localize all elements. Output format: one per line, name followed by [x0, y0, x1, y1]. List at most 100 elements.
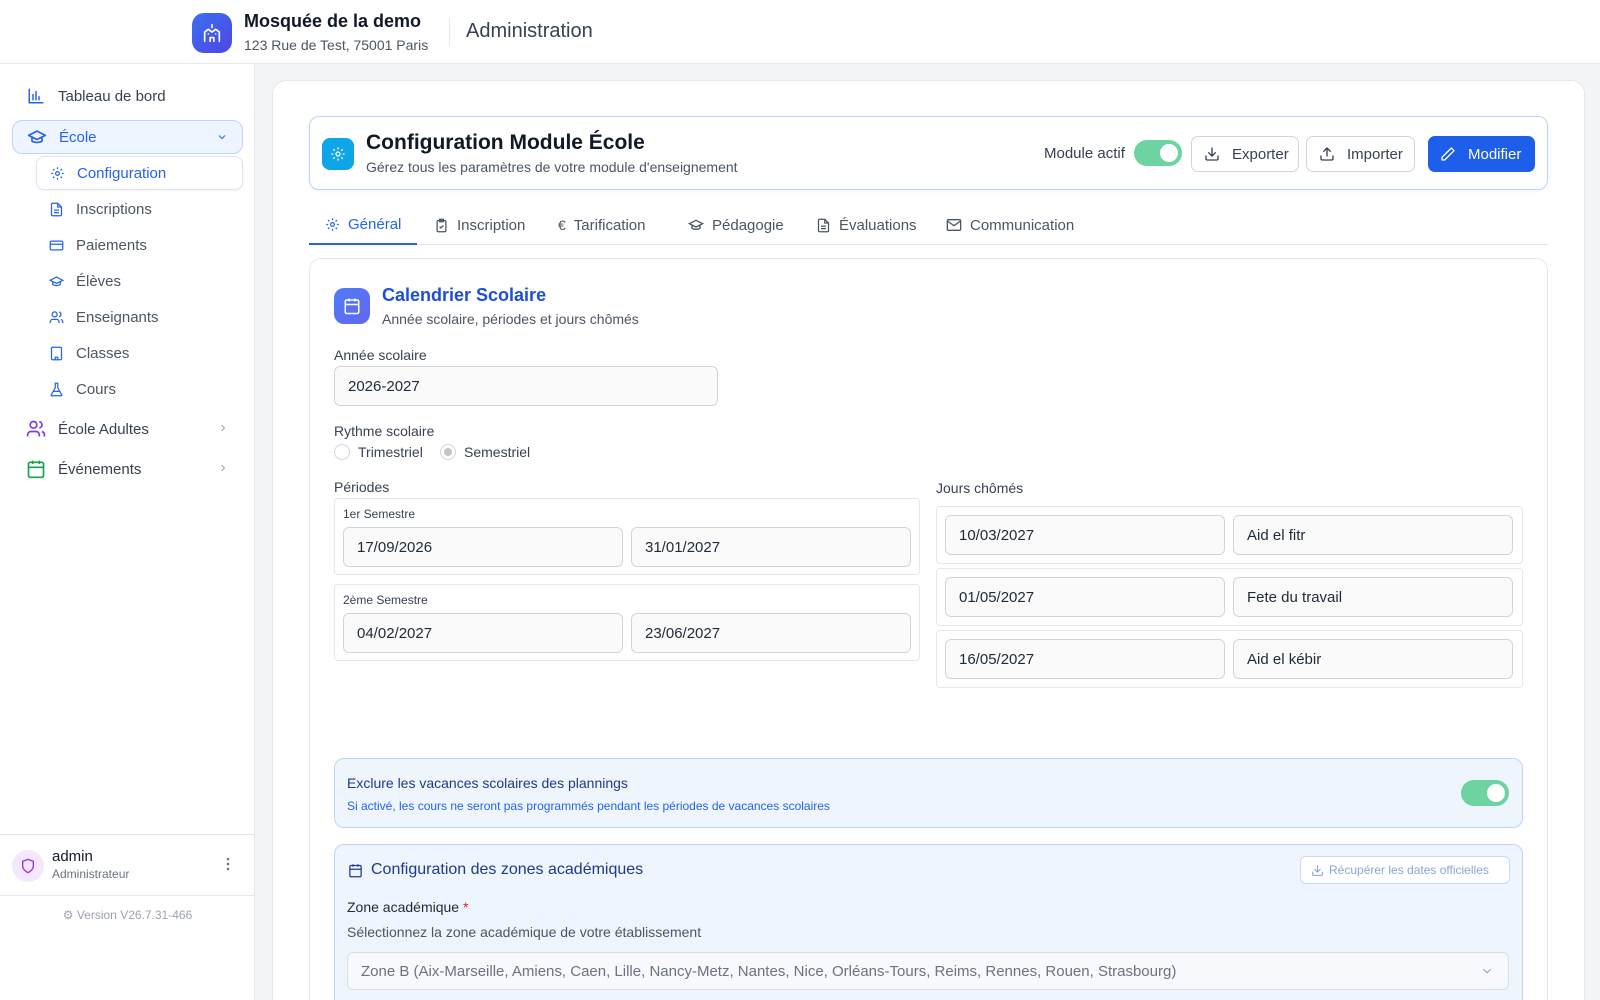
users-icon: [48, 309, 64, 325]
avatar[interactable]: [12, 850, 44, 882]
sidebar-subitem-label: Configuration: [77, 164, 167, 182]
tab-label: Évaluations: [839, 216, 917, 234]
exclude-vacations-title: Exclure les vacances scolaires des plann…: [347, 775, 628, 791]
upload-icon: [1319, 146, 1335, 162]
holidays-label: Jours chômés: [936, 480, 1024, 496]
calendar-subtitle: Année scolaire, périodes et jours chômés: [382, 311, 639, 327]
module-active-label: Module actif: [1044, 145, 1125, 162]
sidebar-subitem-enseignants[interactable]: Enseignants: [36, 300, 243, 334]
sidebar-subitem-configuration[interactable]: Configuration: [36, 156, 243, 190]
tab-evaluations[interactable]: Évaluations: [816, 205, 917, 245]
tab-label: Inscription: [457, 216, 526, 234]
version-label: ⚙ Version V26.7.31-466: [0, 908, 255, 922]
credit-card-icon: [48, 237, 64, 253]
graduation-cap-icon: [688, 217, 704, 233]
chevron-down-icon: [1480, 964, 1494, 978]
sidebar-subitem-classes[interactable]: Classes: [36, 336, 243, 370]
graduation-cap-icon: [27, 127, 47, 147]
period-start-field[interactable]: 17/09/2026: [343, 527, 623, 567]
import-label: Importer: [1347, 145, 1403, 163]
chevron-right-icon: [217, 461, 229, 478]
holiday-name-field[interactable]: Aid el kébir: [1233, 639, 1513, 679]
holiday-date-field[interactable]: 10/03/2027: [945, 515, 1225, 555]
sidebar-item-label: École: [59, 128, 97, 146]
top-bar: Mosquée de la demo 123 Rue de Test, 7500…: [0, 0, 1600, 64]
fetch-official-dates-button[interactable]: Récupérer les dates officielles: [1300, 856, 1510, 884]
document-icon: [48, 201, 64, 217]
export-button[interactable]: Exporter: [1191, 136, 1299, 172]
holiday-name-field[interactable]: Fete du travail: [1233, 577, 1513, 617]
sidebar-item-label: École Adultes: [58, 420, 149, 438]
import-button[interactable]: Importer: [1306, 136, 1415, 172]
sidebar-subitem-paiements[interactable]: Paiements: [36, 228, 243, 262]
academic-zone-label: Zone académique *: [347, 899, 468, 915]
pencil-icon: [1440, 146, 1456, 162]
calendar-icon: [348, 863, 363, 878]
school-year-field[interactable]: 2026-2027: [334, 366, 718, 406]
period-name: 2ème Semestre: [343, 593, 428, 607]
sidebar-item-ecole[interactable]: École: [12, 120, 243, 154]
tab-pedagogie[interactable]: Pédagogie: [688, 205, 784, 245]
sidebar-item-tableau-de-bord[interactable]: Tableau de bord: [12, 79, 243, 113]
calendar-title: Calendrier Scolaire: [382, 285, 547, 305]
holiday-name-field[interactable]: Aid el fitr: [1233, 515, 1513, 555]
radio-trimestriel-label: Trimestriel: [358, 444, 423, 460]
gear-icon: [325, 217, 340, 232]
edit-label: Modifier: [1468, 145, 1522, 163]
sidebar-subitem-label: Enseignants: [76, 308, 159, 326]
exclude-vacations-toggle[interactable]: [1461, 780, 1509, 806]
bar-chart-icon: [26, 86, 46, 106]
exclude-vacations-panel: [334, 758, 1523, 828]
exclude-vacations-subtitle: Si activé, les cours ne seront pas progr…: [347, 799, 830, 813]
euro-icon: €: [558, 217, 566, 233]
sidebar-subitem-label: Classes: [76, 344, 130, 362]
gear-icon: [49, 165, 65, 181]
tab-label: Communication: [970, 216, 1075, 234]
periods-label: Périodes: [334, 479, 390, 495]
radio-semestriel[interactable]: [440, 444, 456, 460]
holiday-date-field[interactable]: 16/05/2027: [945, 639, 1225, 679]
module-active-toggle[interactable]: [1134, 140, 1182, 166]
tab-general[interactable]: Général: [309, 205, 417, 245]
building-icon: [48, 345, 64, 361]
mosque-logo-icon: [192, 13, 232, 53]
sidebar-subitem-eleves[interactable]: Élèves: [36, 264, 243, 298]
tab-inscription[interactable]: Inscription: [434, 205, 525, 245]
download-icon: [1311, 864, 1324, 877]
sidebar-divider: [0, 895, 255, 896]
graduation-cap-icon: [48, 273, 64, 289]
more-vertical-icon[interactable]: [222, 854, 234, 874]
period-start-field[interactable]: 04/02/2027: [343, 613, 623, 653]
chevron-down-icon: [216, 130, 228, 147]
period-name: 1er Semestre: [343, 507, 416, 521]
period-end-field[interactable]: 23/06/2027: [631, 613, 911, 653]
tab-label: Général: [348, 215, 402, 233]
academic-zone-help: Sélectionnez la zone académique de votre…: [347, 924, 702, 940]
header-divider: [449, 18, 450, 46]
user-name: admin: [52, 848, 93, 865]
sidebar-item-evenements[interactable]: Événements: [12, 452, 243, 486]
sidebar-subitem-inscriptions[interactable]: Inscriptions: [36, 192, 243, 226]
edit-button[interactable]: Modifier: [1428, 136, 1535, 172]
sidebar-item-label: Tableau de bord: [58, 87, 166, 105]
download-icon: [1204, 146, 1220, 162]
radio-trimestriel[interactable]: [334, 444, 350, 460]
module-subtitle: Gérez tous les paramètres de votre modul…: [366, 159, 738, 175]
fetch-official-dates-label: Récupérer les dates officielles: [1329, 863, 1489, 877]
section-title: Administration: [466, 20, 593, 42]
sidebar-subitem-cours[interactable]: Cours: [36, 372, 243, 406]
academic-zone-select[interactable]: Zone B (Aix-Marseille, Amiens, Caen, Lil…: [347, 952, 1509, 990]
sidebar-item-ecole-adultes[interactable]: École Adultes: [12, 412, 243, 446]
org-address: 123 Rue de Test, 75001 Paris: [244, 37, 429, 53]
chevron-right-icon: [217, 421, 229, 438]
sidebar-subitem-label: Inscriptions: [76, 200, 152, 218]
calendar-icon: [26, 459, 46, 479]
tab-tarification[interactable]: € Tarification: [558, 205, 646, 245]
holiday-date-field[interactable]: 01/05/2027: [945, 577, 1225, 617]
tab-communication[interactable]: Communication: [946, 205, 1074, 245]
sidebar-subitem-label: Élèves: [76, 272, 122, 290]
users-icon: [26, 419, 46, 439]
sidebar-subitem-label: Cours: [76, 380, 117, 398]
clipboard-icon: [434, 218, 449, 233]
period-end-field[interactable]: 31/01/2027: [631, 527, 911, 567]
